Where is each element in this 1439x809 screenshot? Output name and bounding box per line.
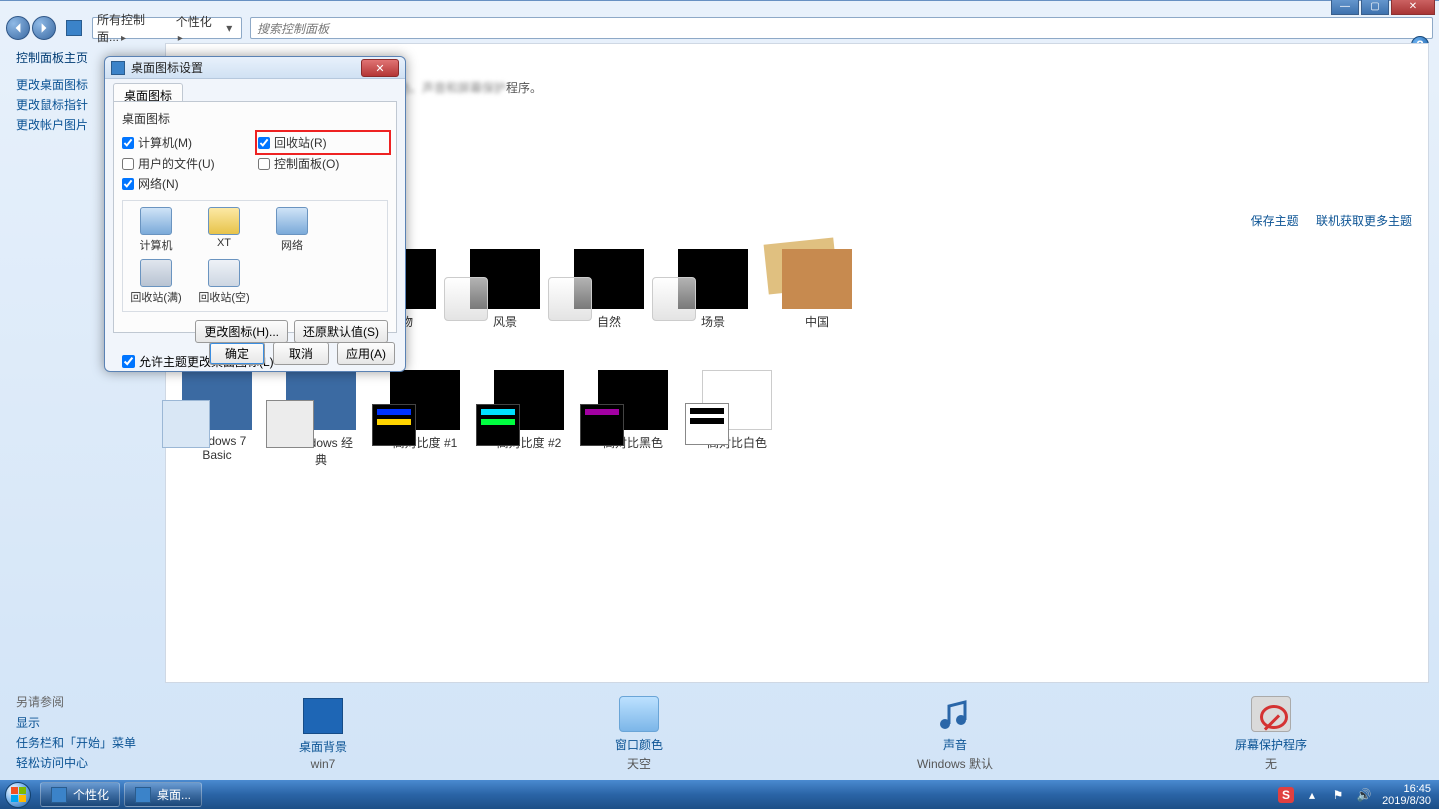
desktop-icon-settings-dialog: 桌面图标设置 ✕ 桌面图标 桌面图标 计算机(M) 回收站(R) 用户的文件(U… [104,56,406,372]
ok-button[interactable]: 确定 [209,342,265,365]
breadcrumb-2[interactable]: 个性化 [176,13,220,44]
dialog-body: 桌面图标 计算机(M) 回收站(R) 用户的文件(U) 控制面板(O) 网络(N… [113,101,397,333]
theme-hc2[interactable]: 高对比度 #2 [494,370,564,468]
search-input[interactable]: 搜索控制面板 [250,17,1433,39]
icon-item-recycle-empty[interactable]: 回收站(空) [197,259,251,305]
taskbar-item-icon [51,787,67,803]
bottom-property-panel: 桌面背景 win7 窗口颜色 天空 声音 Windows 默认 屏幕保护程序 无 [165,695,1429,773]
minimize-button[interactable]: — [1331,0,1359,15]
sidebar-see-also: 另请参阅 [16,693,150,710]
icon-item-recycle-full[interactable]: 回收站(满) [129,259,183,305]
sound-icon [935,696,975,732]
dialog-close-button[interactable]: ✕ [361,59,399,77]
icon-item-computer[interactable]: 计算机 [129,207,183,253]
tray-chevron-icon[interactable]: ▴ [1304,787,1320,803]
tray-volume-icon[interactable]: 🔊 [1356,787,1372,803]
prop-window-color[interactable]: 窗口颜色 天空 [569,696,709,772]
dialog-titlebar[interactable]: 桌面图标设置 [105,57,405,79]
theme-win7-basic[interactable]: Windows 7 Basic [182,370,252,468]
basic-hc-themes-row: Windows 7 Basic Windows 经典 高对比度 #1 高对比度 … [182,370,772,468]
address-bar[interactable]: 所有控制面... 个性化 ▾ [92,17,242,39]
chk-recycle-bin[interactable]: 回收站(R) [258,133,388,152]
aero-themes-row: 人物 风景 自然 场景 中国 [366,249,852,330]
taskbar-item-personalization[interactable]: 个性化 [40,782,120,807]
icon-item-xt[interactable]: XT [197,207,251,253]
theme-hc1[interactable]: 高对比度 #1 [390,370,460,468]
change-icon-button[interactable]: 更改图标(H)... [195,320,288,343]
theme-landscape[interactable]: 风景 [470,249,540,330]
window-color-icon [619,696,659,732]
dialog-footer: 确定 取消 应用(A) [105,342,405,365]
get-more-themes-link[interactable]: 联机获取更多主题 [1316,214,1412,228]
prop-screensaver[interactable]: 屏幕保护程序 无 [1201,696,1341,772]
sidebar-display[interactable]: 显示 [16,714,150,731]
chk-computer[interactable]: 计算机(M) [122,133,252,152]
theme-nature[interactable]: 自然 [574,249,644,330]
forward-button[interactable] [32,16,56,40]
theme-scenes[interactable]: 场景 [678,249,748,330]
dialog-title: 桌面图标设置 [131,59,203,76]
chk-control-panel[interactable]: 控制面板(O) [258,155,388,172]
theme-links: 保存主题 联机获取更多主题 [1237,212,1412,229]
control-panel-icon [66,20,82,36]
navigation-row: 所有控制面... 个性化 ▾ 搜索控制面板 [0,15,1439,41]
start-button[interactable] [0,780,36,809]
icon-item-network[interactable]: 网络 [265,207,319,253]
prop-sound[interactable]: 声音 Windows 默认 [885,696,1025,772]
background-icon [303,698,343,734]
close-button[interactable]: ✕ [1391,0,1435,15]
prop-background[interactable]: 桌面背景 win7 [253,698,393,771]
restore-default-button[interactable]: 还原默认值(S) [294,320,388,343]
icon-preview-grid: 计算机 XT 网络 回收站(满) 回收站(空) [122,200,388,312]
chk-user-files[interactable]: 用户的文件(U) [122,155,252,172]
theme-hc-black[interactable]: 高对比黑色 [598,370,668,468]
dialog-icon [111,61,125,75]
sidebar-ease-access[interactable]: 轻松访问中心 [16,754,150,771]
tray-ime-icon[interactable]: S [1278,787,1294,803]
theme-classic[interactable]: Windows 经典 [286,370,356,468]
save-theme-link[interactable]: 保存主题 [1251,214,1299,228]
address-dropdown[interactable]: ▾ [221,21,237,35]
taskbar-item-desktop-icons[interactable]: 桌面... [124,782,202,807]
group-label: 桌面图标 [122,110,388,127]
taskbar-item-icon [135,787,151,803]
tray-clock[interactable]: 16:45 2019/8/30 [1382,783,1431,807]
maximize-button[interactable]: ▢ [1361,0,1389,15]
system-tray: S ▴ ⚑ 🔊 16:45 2019/8/30 [1278,783,1439,807]
sidebar-taskbar-start[interactable]: 任务栏和「开始」菜单 [16,734,150,751]
cancel-button[interactable]: 取消 [273,342,329,365]
chk-network[interactable]: 网络(N) [122,175,252,192]
back-button[interactable] [6,16,30,40]
taskbar: 个性化 桌面... S ▴ ⚑ 🔊 16:45 2019/8/30 [0,780,1439,809]
theme-hc-white[interactable]: 高对比白色 [702,370,772,468]
breadcrumb-1[interactable]: 所有控制面... [97,11,174,45]
apply-button[interactable]: 应用(A) [337,342,395,365]
tray-flag-icon[interactable]: ⚑ [1330,787,1346,803]
screensaver-icon [1251,696,1291,732]
theme-china[interactable]: 中国 [782,249,852,330]
